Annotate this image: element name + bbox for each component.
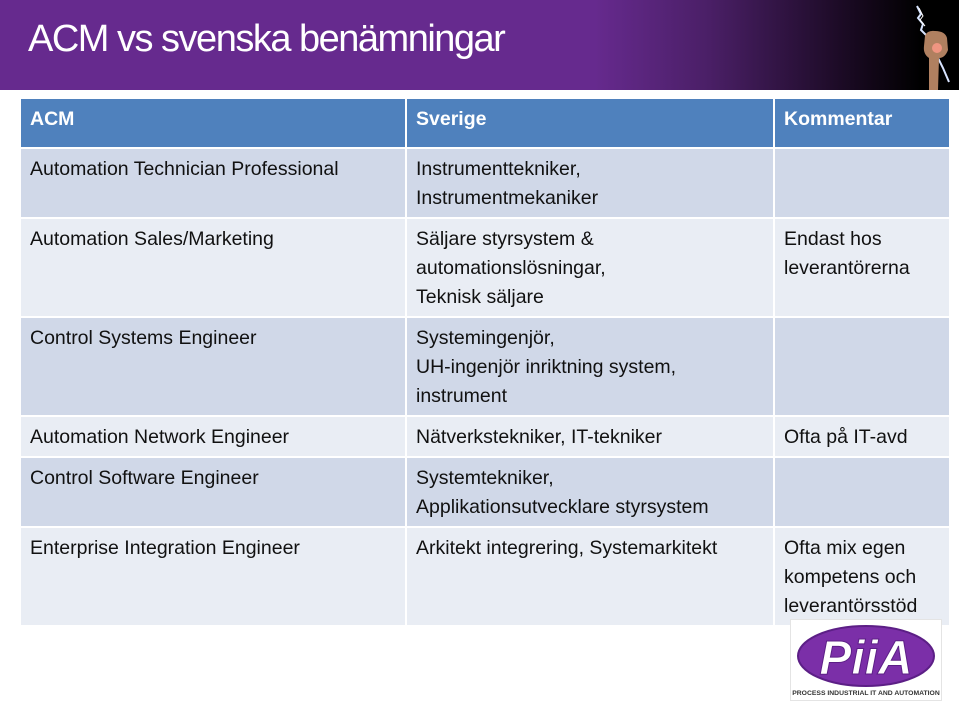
header-acm: ACM <box>19 97 407 149</box>
cell-text: Ofta mix egen <box>784 537 906 559</box>
cell-text: Instrumenttekniker, <box>416 158 581 180</box>
cell-text: Automation Sales/Marketing <box>30 228 274 250</box>
cell-sverige: Systemtekniker, Applikationsutvecklare st… <box>405 456 775 528</box>
cell-text: Enterprise Integration Engineer <box>30 537 300 559</box>
cell-acm: Control Software Engineer <box>19 456 407 528</box>
cell-sverige: Instrumenttekniker, Instrumentmekaniker <box>405 147 775 219</box>
cell-text: Arkitekt integrering, Systemarkitekt <box>416 537 718 559</box>
cell-text: kompetens och <box>784 566 917 588</box>
cell-acm: Enterprise Integration Engineer <box>19 526 407 627</box>
cell-text: automationslösningar, <box>416 257 606 279</box>
header-kommentar: Kommentar <box>773 97 951 149</box>
table-row: Automation Technician Professional Instru… <box>19 147 951 219</box>
table-row: Enterprise Integration Engineer Arkitekt … <box>19 526 951 627</box>
cell-text: Systemingenjör, <box>416 327 555 349</box>
raised-fist-lightning-icon <box>916 5 950 90</box>
title-bar: ACM vs svenska benämningar <box>0 0 959 90</box>
cell-text: Control Systems Engineer <box>30 327 257 349</box>
cell-kommentar: Endast hos leverantörerna <box>773 217 951 318</box>
piia-logo: PiiA PROCESS INDUSTRIAL IT AND AUTOMATIO… <box>790 619 942 701</box>
cell-text: leverantörerna <box>784 257 910 279</box>
comparison-table: ACM Sverige Kommentar Automation Technic… <box>19 97 951 627</box>
table-row: Control Software Engineer Systemtekniker,… <box>19 456 951 528</box>
cell-sverige: Säljare styrsystem & automationslösningar… <box>405 217 775 318</box>
cell-acm: Automation Sales/Marketing <box>19 217 407 318</box>
cell-text: Automation Technician Professional <box>30 158 339 180</box>
cell-text: leverantörsstöd <box>784 595 918 617</box>
logo-letters: PiiA <box>819 632 912 685</box>
cell-text: Ofta på IT-avd <box>784 426 908 448</box>
cell-text: instrument <box>416 385 508 407</box>
cell-text: Control Software Engineer <box>30 467 259 489</box>
header-sverige: Sverige <box>405 97 775 149</box>
cell-text: Instrumentmekaniker <box>416 187 599 209</box>
cell-acm: Automation Technician Professional <box>19 147 407 219</box>
cell-sverige: Arkitekt integrering, Systemarkitekt <box>405 526 775 627</box>
table-row: Automation Sales/Marketing Säljare styrsy… <box>19 217 951 318</box>
table-header-row: ACM Sverige Kommentar <box>19 97 951 149</box>
cell-text: Automation Network Engineer <box>30 426 290 448</box>
slide-title: ACM vs svenska benämningar <box>28 18 506 60</box>
table-row: Automation Network Engineer Nätverkstekni… <box>19 415 951 458</box>
cell-text: Teknisk säljare <box>416 286 544 308</box>
cell-text: Nätverkstekniker, IT-tekniker <box>416 426 662 448</box>
cell-kommentar: Ofta på IT-avd <box>773 415 951 458</box>
cell-text: UH-ingenjör inriktning system, <box>416 356 677 378</box>
logo-tagline: PROCESS INDUSTRIAL IT AND AUTOMATION <box>792 690 940 697</box>
cell-sverige: Systemingenjör, UH-ingenjör inriktning sy… <box>405 316 775 417</box>
cell-sverige: Nätverkstekniker, IT-tekniker <box>405 415 775 458</box>
cell-kommentar <box>773 456 951 528</box>
table-row: Control Systems Engineer Systemingenjör, U… <box>19 316 951 417</box>
cell-text: Applikationsutvecklare styrsystem <box>416 496 709 518</box>
cell-text: Systemtekniker, <box>416 467 554 489</box>
cell-acm: Automation Network Engineer <box>19 415 407 458</box>
cell-acm: Control Systems Engineer <box>19 316 407 417</box>
cell-text: Endast hos <box>784 228 882 250</box>
cell-kommentar: Ofta mix egen kompetens och leverantörsstö… <box>773 526 951 627</box>
cell-kommentar <box>773 147 951 219</box>
cell-kommentar <box>773 316 951 417</box>
piia-logo-graphic: PiiA PROCESS INDUSTRIAL IT AND AUTOMATIO… <box>792 625 940 697</box>
cell-text: Säljare styrsystem & <box>416 228 594 250</box>
